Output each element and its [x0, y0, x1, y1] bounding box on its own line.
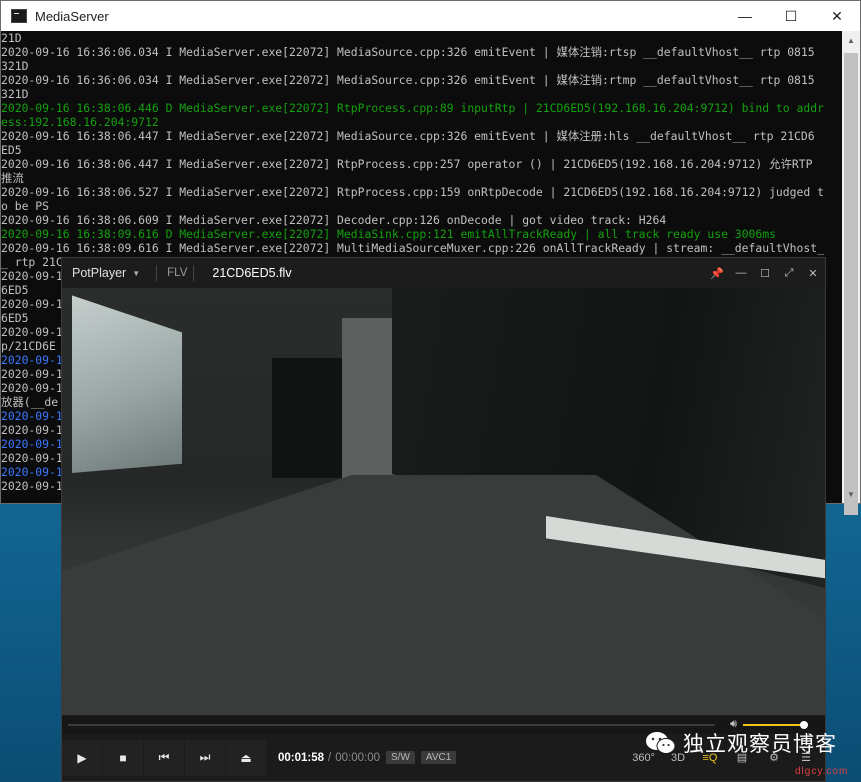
log-line: 2020-09-16 16:38:09.616 I MediaServer.ex… [1, 241, 824, 255]
log-line: 2020-09-16 16:38:06.447 I MediaServer.ex… [1, 129, 815, 143]
minimize-button[interactable]: — [722, 1, 768, 31]
log-line: 21D [1, 31, 22, 45]
codec-tag[interactable]: AVC1 [420, 751, 457, 764]
time-separator: / [328, 751, 332, 764]
decoder-tag[interactable]: S/W [386, 751, 415, 764]
format-label: FLV [167, 267, 188, 279]
log-line: o be PS [1, 199, 50, 213]
log-line: 321D [1, 87, 29, 101]
video-door [272, 358, 342, 478]
log-line: ess:192.168.16.204:9712 [1, 115, 159, 129]
log-line: 321D [1, 59, 29, 73]
current-time: 00:01:58 [278, 751, 325, 764]
scroll-down-arrow-icon[interactable]: ▼ [842, 485, 860, 503]
video-frame[interactable] [62, 288, 825, 715]
log-line: 2020-09-16 16:38:06.446 D MediaServer.ex… [1, 101, 824, 115]
watermark-url: dlgcy.com [795, 766, 849, 777]
maximize-button[interactable]: ☐ [768, 1, 814, 31]
log-line: 2020-09-16 16:36:06.034 I MediaServer.ex… [1, 45, 815, 59]
close-button[interactable]: ✕ [801, 258, 825, 288]
log-line: 2020-09-16 16:38:06.609 I MediaServer.ex… [1, 213, 667, 227]
potplayer-menu-label: PotPlayer [72, 266, 127, 280]
potplayer-menu-button[interactable]: PotPlayer ▼ [62, 266, 150, 280]
watermark-text: 独立观察员博客 [683, 733, 837, 756]
play-button[interactable]: ▶ [62, 739, 102, 776]
chevron-down-icon: ▼ [132, 268, 141, 278]
titlebar-divider [193, 265, 195, 281]
log-line: 推流 [1, 171, 24, 185]
seek-track[interactable] [68, 724, 715, 726]
eject-button[interactable]: ⏏ [226, 739, 266, 776]
fullscreen-icon[interactable]: ⤢ [777, 258, 801, 288]
video-window-left [72, 295, 182, 473]
console-app-icon [11, 9, 27, 23]
watermark: 独立观察员博客 [645, 728, 837, 758]
scroll-up-arrow-icon[interactable]: ▲ [842, 31, 860, 49]
log-line: 2020-09-16 16:38:09.616 D MediaServer.ex… [1, 227, 776, 241]
console-titlebar[interactable]: MediaServer — ☐ ✕ [1, 1, 860, 31]
close-button[interactable]: ✕ [814, 1, 860, 31]
potplayer-window: PotPlayer ▼ FLV 21CD6ED5.flv 📌 — ☐ ⤢ ✕ 🔊… [61, 257, 826, 782]
duration-time: 00:00:00 [335, 751, 381, 764]
player-titlebar[interactable]: PotPlayer ▼ FLV 21CD6ED5.flv 📌 — ☐ ⤢ ✕ [62, 258, 825, 289]
volume-fill [743, 724, 804, 726]
log-line: 2020-09-16 16:38:06.527 I MediaServer.ex… [1, 185, 824, 199]
stop-button[interactable]: ■ [103, 739, 143, 776]
pin-icon[interactable]: 📌 [705, 258, 729, 288]
log-line: 2020-09-16 16:38:06.447 I MediaServer.ex… [1, 157, 813, 171]
log-line: 2020-09-16 16:36:06.034 I MediaServer.ex… [1, 73, 815, 87]
console-scrollbar[interactable]: ▲ ▼ [842, 31, 860, 515]
wechat-logo-icon [645, 731, 677, 755]
previous-button[interactable]: ⏮ [144, 739, 184, 776]
volume-slider[interactable] [743, 721, 808, 729]
log-line: ED5 [1, 143, 22, 157]
file-name: 21CD6ED5.flv [212, 266, 292, 280]
minimize-button[interactable]: — [729, 258, 753, 288]
scrollbar-thumb[interactable] [844, 53, 858, 515]
console-title: MediaServer [35, 8, 109, 24]
titlebar-divider [156, 265, 158, 281]
maximize-button[interactable]: ☐ [753, 258, 777, 288]
next-button[interactable]: ⏭ [185, 739, 225, 776]
